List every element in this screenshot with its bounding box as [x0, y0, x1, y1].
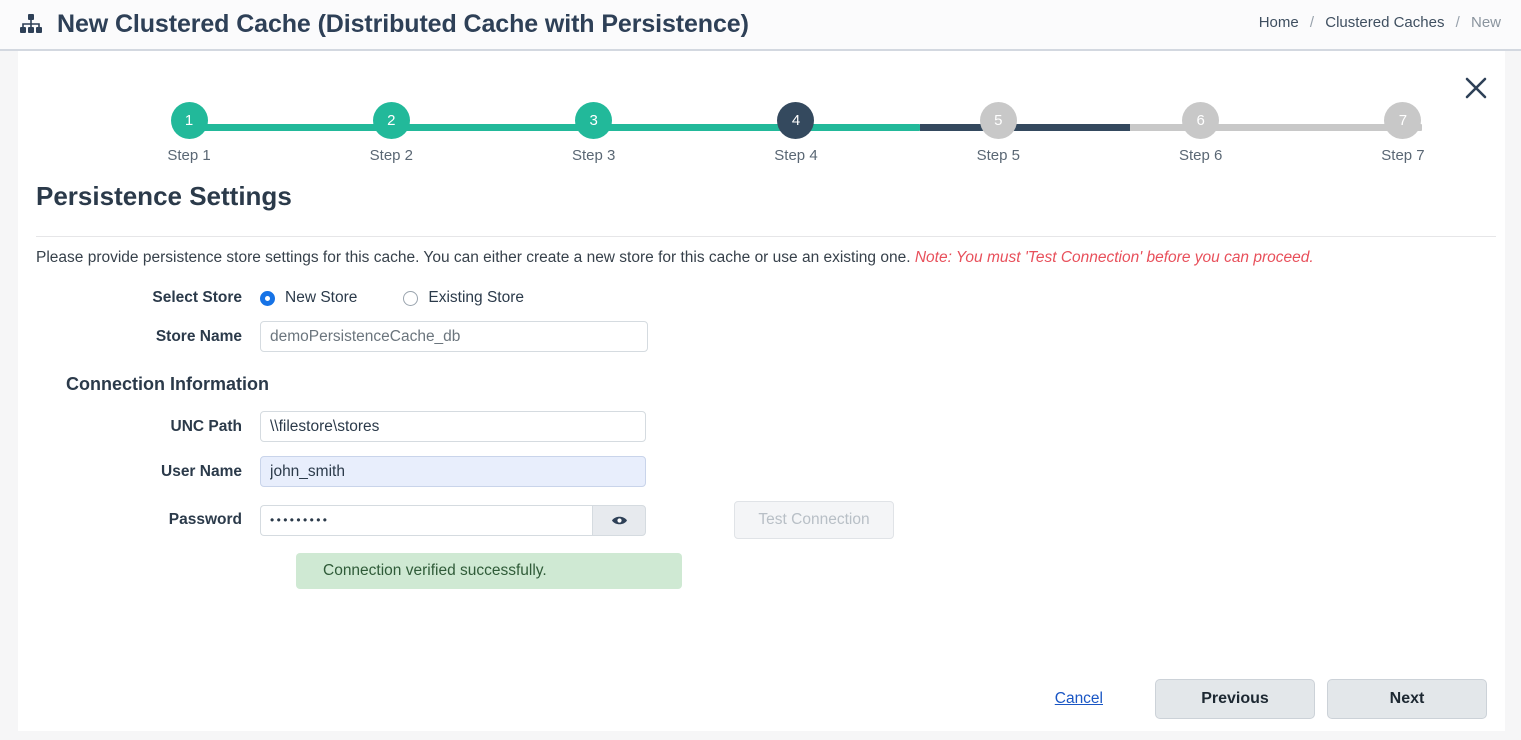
stepper-step-4[interactable]: 4 Step 4 — [759, 102, 833, 164]
next-button[interactable]: Next — [1327, 679, 1487, 719]
unc-path-input[interactable] — [260, 411, 646, 442]
stepper-bubble-3: 3 — [575, 102, 613, 139]
password-label: Password — [168, 511, 242, 528]
section-description-text: Please provide persistence store setting… — [36, 249, 911, 266]
stepper-step-6[interactable]: 6 Step 6 — [1164, 102, 1238, 164]
stepper-label-3: Step 3 — [571, 147, 616, 164]
stepper-label-4: Step 4 — [774, 147, 818, 164]
unc-path-row: UNC Path — [18, 411, 1505, 442]
page-header: New Clustered Cache (Distributed Cache w… — [0, 0, 1521, 51]
stepper-step-7[interactable]: 7 Step 7 — [1366, 102, 1440, 164]
select-store-row: Select Store New Store Existing Store — [18, 289, 1505, 307]
app-root: New Clustered Cache (Distributed Cache w… — [0, 0, 1521, 740]
radio-option-existing-store[interactable]: Existing Store — [403, 289, 524, 307]
section-description: Please provide persistence store setting… — [36, 249, 1314, 267]
store-name-label: Store Name — [155, 327, 242, 345]
wizard-footer: Cancel Previous Next — [18, 679, 1505, 719]
breadcrumb-separator: / — [1309, 14, 1315, 31]
stepper-label-6: Step 6 — [1178, 147, 1223, 164]
store-name-row: Store Name — [18, 321, 1505, 352]
page-title-wrap: New Clustered Cache (Distributed Cache w… — [18, 10, 749, 39]
status-badge: Connection verified successfully. — [296, 553, 682, 589]
page-title: New Clustered Cache (Distributed Cache w… — [57, 10, 749, 38]
stepper-label-5: Step 5 — [976, 147, 1020, 164]
breadcrumb-separator-2: / — [1455, 14, 1460, 31]
breadcrumb: Home / Clustered Caches / New — [1259, 14, 1501, 31]
breadcrumb-clustered-caches[interactable]: Clustered Caches — [1325, 14, 1444, 31]
previous-button[interactable]: Previous — [1155, 679, 1315, 719]
stepper-bubble-7: 7 — [1384, 102, 1422, 139]
radio-new-store-label: New Store — [285, 289, 358, 306]
stepper-step-2[interactable]: 2 Step 2 — [354, 102, 428, 164]
breadcrumb-home[interactable]: Home — [1259, 14, 1299, 31]
stepper-bubble-5: 5 — [979, 102, 1017, 139]
wizard-stepper: 1 Step 1 2 Step 2 3 Step 3 4 Step 4 5 St… — [152, 102, 1440, 177]
user-name-row: User Name — [18, 456, 1505, 487]
stepper-step-1[interactable]: 1 Step 1 — [152, 102, 226, 164]
cancel-link[interactable]: Cancel — [1055, 690, 1103, 708]
stepper-bubble-2: 2 — [372, 102, 410, 139]
password-row: Password ••••••••• Test Connection — [18, 501, 1505, 539]
stepper-label-2: Step 2 — [369, 147, 414, 164]
stepper-step-5[interactable]: 5 Step 5 — [961, 102, 1035, 164]
breadcrumb-current: New — [1470, 14, 1501, 31]
stepper-bubble-6: 6 — [1182, 102, 1220, 139]
radio-existing-store-label: Existing Store — [428, 289, 525, 306]
select-store-radio-group: New Store Existing Store — [260, 289, 570, 307]
wizard-card: 1 Step 1 2 Step 2 3 Step 3 4 Step 4 5 St… — [18, 51, 1505, 731]
section-title: Persistence Settings — [36, 181, 292, 211]
user-name-label: User Name — [161, 462, 242, 480]
password-input[interactable]: ••••••••• — [260, 504, 592, 536]
stepper-bubble-1: 1 — [170, 102, 208, 139]
unc-path-label: UNC Path — [170, 417, 242, 435]
section-description-note: Note: You must 'Test Connection' before … — [914, 249, 1314, 266]
connection-information-heading: Connection Information — [66, 374, 269, 394]
section-divider — [36, 236, 1496, 237]
radio-existing-store[interactable] — [403, 290, 419, 306]
select-store-label: Select Store — [152, 289, 242, 306]
stepper-step-3[interactable]: 3 Step 3 — [557, 102, 631, 164]
persistence-form: Select Store New Store Existing Store St… — [18, 289, 1505, 589]
store-name-input[interactable] — [260, 321, 648, 352]
test-connection-button[interactable]: Test Connection — [734, 501, 894, 539]
sitemap-icon — [18, 12, 44, 38]
password-control-group: ••••••••• Test Connection — [260, 501, 894, 539]
user-name-input[interactable] — [260, 456, 646, 487]
stepper-label-7: Step 7 — [1381, 147, 1425, 164]
radio-new-store[interactable] — [260, 290, 275, 306]
close-icon[interactable] — [1459, 71, 1493, 105]
eye-icon[interactable] — [592, 504, 646, 536]
radio-option-new-store[interactable]: New Store — [260, 289, 357, 307]
stepper-steps: 1 Step 1 2 Step 2 3 Step 3 4 Step 4 5 St… — [152, 102, 1440, 164]
stepper-bubble-4: 4 — [777, 102, 815, 139]
stepper-label-1: Step 1 — [167, 147, 211, 164]
